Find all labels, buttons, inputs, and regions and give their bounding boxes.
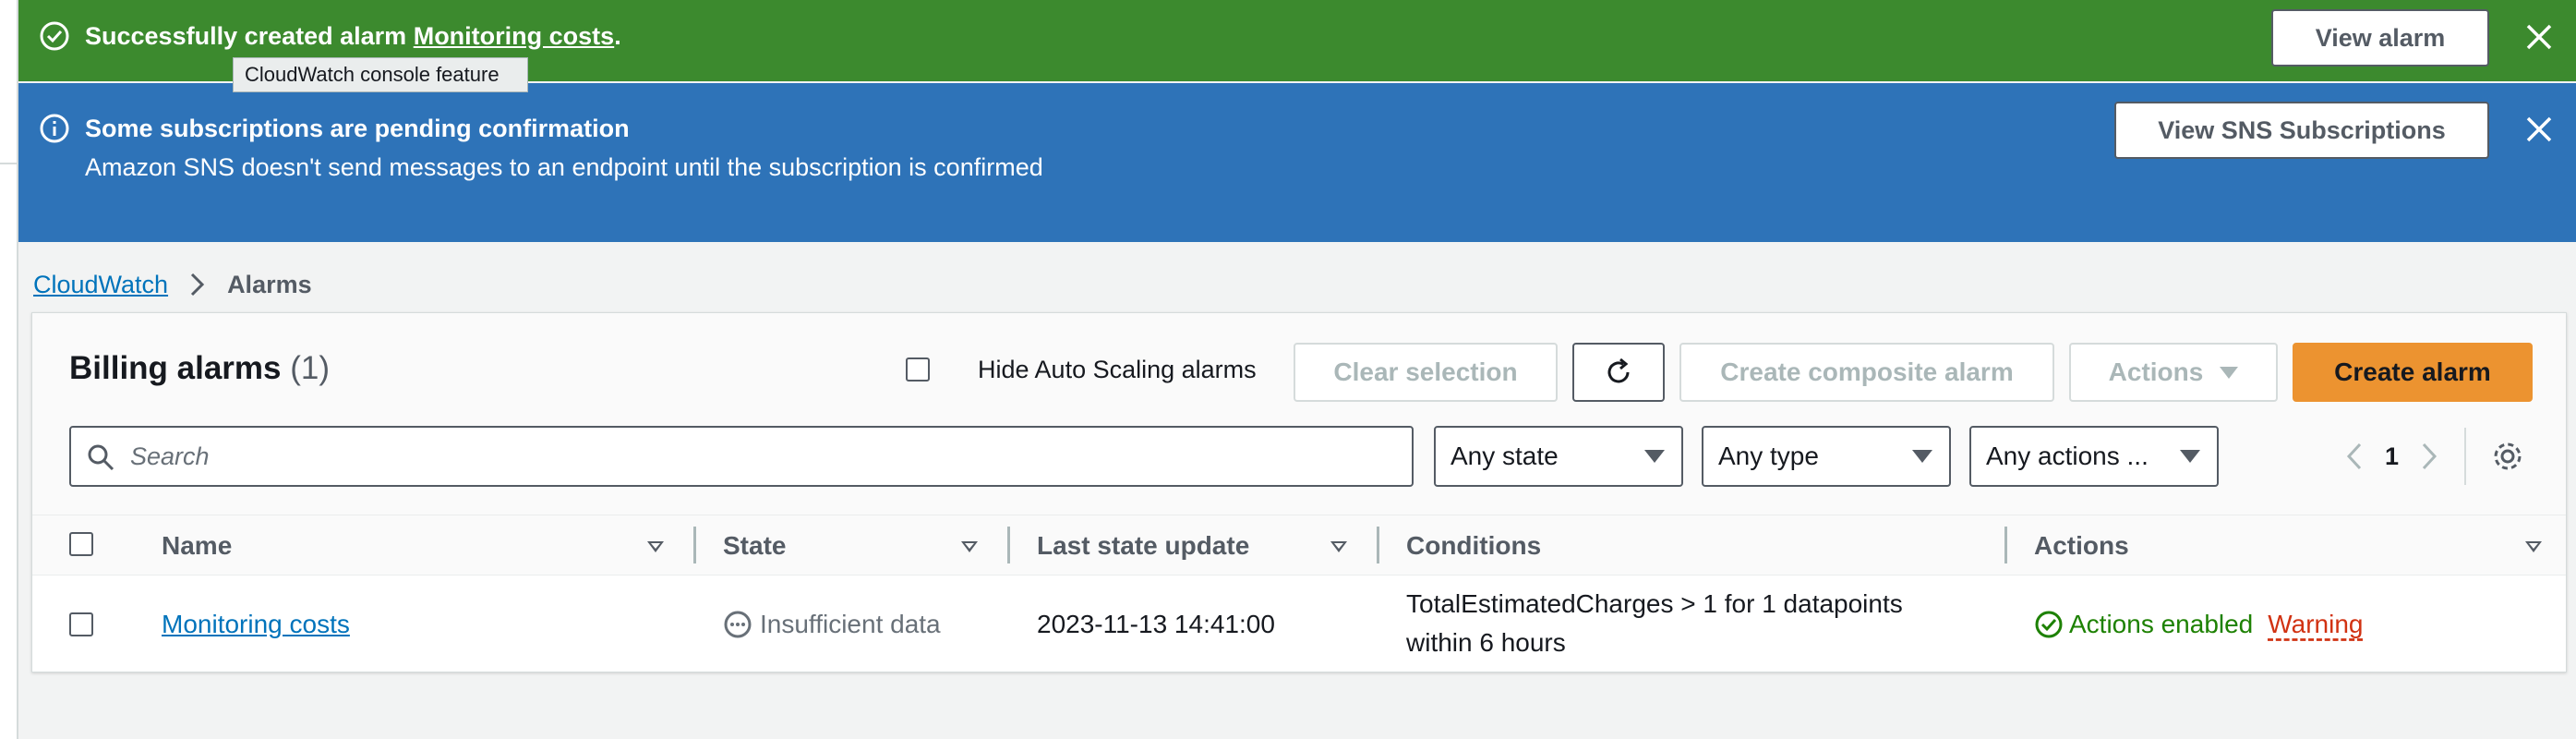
alarms-panel: Billing alarms (1) Hide Auto Scaling ala…	[31, 312, 2567, 672]
success-check-icon	[40, 21, 69, 51]
alarm-link[interactable]: Monitoring costs	[414, 22, 615, 50]
sort-icon[interactable]	[961, 541, 978, 552]
view-sns-subscriptions-button[interactable]: View SNS Subscriptions	[2114, 102, 2489, 159]
insufficient-data-icon	[724, 611, 752, 638]
actions-dropdown-button[interactable]: Actions	[2069, 343, 2278, 402]
left-nav-edge	[0, 0, 18, 739]
view-alarm-button[interactable]: View alarm	[2271, 9, 2489, 67]
actions-enabled-status: Actions enabled	[2069, 610, 2254, 638]
refresh-icon	[1607, 357, 1630, 383]
hide-autoscaling-label: Hide Auto Scaling alarms	[978, 356, 1257, 383]
caret-down-icon	[1912, 450, 1932, 463]
last-update-cell: 2023-11-13 14:41:00	[1037, 610, 1275, 638]
sort-icon[interactable]	[1330, 541, 1347, 552]
create-alarm-button[interactable]: Create alarm	[2293, 343, 2533, 402]
state-filter-select[interactable]: Any state	[1434, 426, 1683, 487]
info-description: Amazon SNS doesn't send messages to an e…	[85, 153, 1043, 181]
column-header-state[interactable]: State	[723, 530, 786, 562]
alarm-name-cell: Monitoring costs	[162, 605, 350, 644]
tooltip: CloudWatch console feature	[233, 57, 528, 92]
caret-down-icon	[2220, 366, 2239, 379]
panel-header: Billing alarms (1) Hide Auto Scaling ala…	[32, 313, 2566, 515]
breadcrumb-current: Alarms	[227, 270, 312, 298]
column-header-actions[interactable]: Actions	[2034, 530, 2129, 562]
chevron-right-icon	[191, 273, 205, 297]
table-header: Name State Last state update Conditions …	[32, 515, 2566, 575]
success-check-icon	[2035, 611, 2063, 638]
column-resizer[interactable]	[1007, 527, 1010, 563]
actions-filter-select[interactable]: Any actions ...	[1969, 426, 2219, 487]
clear-selection-button[interactable]: Clear selection	[1294, 343, 1558, 402]
info-icon	[40, 114, 69, 143]
alarm-name-link[interactable]: Monitoring costs	[162, 610, 350, 638]
info-flashbar: Some subscriptions are pending confirmat…	[18, 83, 2576, 242]
row-checkbox[interactable]	[69, 612, 93, 636]
close-icon[interactable]	[2522, 113, 2556, 146]
column-header-last-update[interactable]: Last state update	[1037, 530, 1249, 562]
breadcrumb: CloudWatch Alarms	[33, 268, 312, 301]
pagination: 1	[2344, 433, 2439, 479]
hide-autoscaling-checkbox[interactable]	[906, 357, 930, 382]
type-filter-select[interactable]: Any type	[1702, 426, 1951, 487]
table-row[interactable]: Monitoring costs Insufficient data 2023-…	[32, 575, 2566, 673]
column-header-conditions[interactable]: Conditions	[1406, 530, 1541, 562]
alarm-count: (1)	[290, 350, 331, 386]
actions-cell: Actions enabled Warning	[2034, 605, 2364, 644]
chevron-right-icon[interactable]	[2419, 441, 2439, 472]
column-resizer[interactable]	[2004, 527, 2007, 563]
state-cell: Insufficient data	[723, 605, 941, 644]
breadcrumb-cloudwatch[interactable]: CloudWatch	[33, 271, 168, 299]
chevron-left-icon[interactable]	[2344, 441, 2365, 472]
page-title: Billing alarms (1)	[69, 350, 331, 386]
column-resizer[interactable]	[693, 527, 696, 563]
select-all-checkbox[interactable]	[69, 532, 93, 556]
warning-link[interactable]: Warning	[2268, 605, 2363, 644]
search-input[interactable]	[130, 437, 1395, 476]
close-icon[interactable]	[2522, 20, 2556, 54]
sort-icon[interactable]	[2525, 541, 2542, 552]
caret-down-icon	[2180, 450, 2200, 463]
caret-down-icon	[1644, 450, 1665, 463]
divider	[2464, 428, 2466, 485]
column-resizer[interactable]	[1377, 527, 1379, 563]
page-number[interactable]: 1	[2385, 442, 2399, 471]
conditions-cell: TotalEstimatedCharges > 1 for 1 datapoin…	[1406, 589, 1903, 657]
column-header-name[interactable]: Name	[162, 530, 232, 562]
refresh-button[interactable]	[1572, 343, 1665, 402]
search-icon	[88, 444, 114, 471]
gear-icon[interactable]	[2490, 439, 2525, 474]
success-message: Successfully created alarm Monitoring co…	[85, 22, 621, 50]
create-composite-alarm-button[interactable]: Create composite alarm	[1679, 343, 2054, 402]
sort-icon[interactable]	[647, 541, 664, 552]
search-box[interactable]	[69, 426, 1414, 487]
info-title: Some subscriptions are pending confirmat…	[85, 115, 630, 142]
